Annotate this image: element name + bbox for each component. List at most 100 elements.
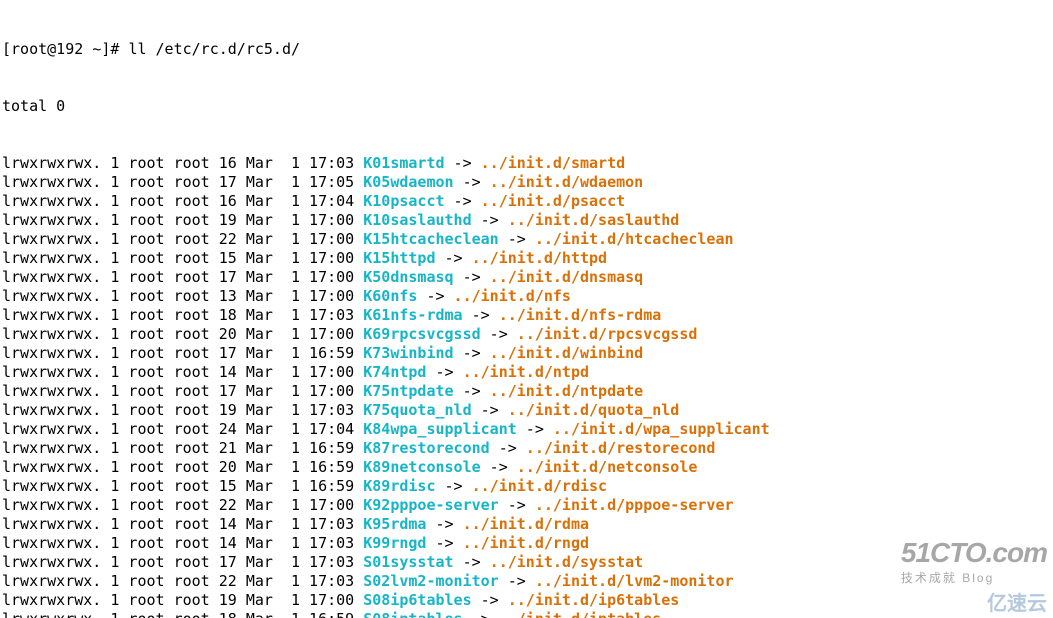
file-perms: lrwxrwxrwx. 1 root root 13 Mar 1 17:00 <box>2 287 363 305</box>
file-perms: lrwxrwxrwx. 1 root root 19 Mar 1 17:03 <box>2 401 363 419</box>
list-item: lrwxrwxrwx. 1 root root 17 Mar 1 16:59 K… <box>2 344 1051 363</box>
list-item: lrwxrwxrwx. 1 root root 13 Mar 1 17:00 K… <box>2 287 1051 306</box>
file-perms: lrwxrwxrwx. 1 root root 17 Mar 1 17:03 <box>2 553 363 571</box>
symlink-name: K74ntpd <box>363 363 426 381</box>
file-perms: lrwxrwxrwx. 1 root root 15 Mar 1 16:59 <box>2 477 363 495</box>
arrow-icon: -> <box>481 325 517 343</box>
symlink-target: ../init.d/dnsmasq <box>490 268 644 286</box>
symlink-target: ../init.d/htcacheclean <box>535 230 734 248</box>
file-perms: lrwxrwxrwx. 1 root root 14 Mar 1 17:00 <box>2 363 363 381</box>
shell-command: ll /etc/rc.d/rc5.d/ <box>128 40 300 58</box>
list-item: lrwxrwxrwx. 1 root root 14 Mar 1 17:03 K… <box>2 515 1051 534</box>
arrow-icon: -> <box>417 287 453 305</box>
arrow-icon: -> <box>435 477 471 495</box>
file-perms: lrwxrwxrwx. 1 root root 22 Mar 1 17:00 <box>2 496 363 514</box>
list-item: lrwxrwxrwx. 1 root root 14 Mar 1 17:03 K… <box>2 534 1051 553</box>
file-perms: lrwxrwxrwx. 1 root root 17 Mar 1 17:00 <box>2 382 363 400</box>
symlink-target: ../init.d/nfs <box>454 287 571 305</box>
arrow-icon: -> <box>490 439 526 457</box>
symlink-target: ../init.d/saslauthd <box>508 211 680 229</box>
symlink-name: K50dnsmasq <box>363 268 453 286</box>
symlink-name: K05wdaemon <box>363 173 453 191</box>
file-perms: lrwxrwxrwx. 1 root root 15 Mar 1 17:00 <box>2 249 363 267</box>
symlink-target: ../init.d/wpa_supplicant <box>553 420 770 438</box>
symlink-name: S01sysstat <box>363 553 453 571</box>
arrow-icon: -> <box>472 591 508 609</box>
symlink-name: S08iptables <box>363 610 462 618</box>
symlink-name: S02lvm2-monitor <box>363 572 498 590</box>
list-item: lrwxrwxrwx. 1 root root 16 Mar 1 17:04 K… <box>2 192 1051 211</box>
symlink-name: K69rpcsvcgssd <box>363 325 480 343</box>
arrow-icon: -> <box>499 572 535 590</box>
symlink-target: ../init.d/ip6tables <box>508 591 680 609</box>
arrow-icon: -> <box>499 230 535 248</box>
file-perms: lrwxrwxrwx. 1 root root 17 Mar 1 17:05 <box>2 173 363 191</box>
list-item: lrwxrwxrwx. 1 root root 17 Mar 1 17:00 K… <box>2 382 1051 401</box>
arrow-icon: -> <box>445 154 481 172</box>
arrow-icon: -> <box>499 496 535 514</box>
file-perms: lrwxrwxrwx. 1 root root 14 Mar 1 17:03 <box>2 515 363 533</box>
symlink-target: ../init.d/winbind <box>490 344 644 362</box>
arrow-icon: -> <box>454 553 490 571</box>
arrow-icon: -> <box>445 192 481 210</box>
file-perms: lrwxrwxrwx. 1 root root 22 Mar 1 17:00 <box>2 230 363 248</box>
arrow-icon: -> <box>481 458 517 476</box>
symlink-target: ../init.d/lvm2-monitor <box>535 572 734 590</box>
list-item: lrwxrwxrwx. 1 root root 22 Mar 1 17:00 K… <box>2 496 1051 515</box>
arrow-icon: -> <box>454 173 490 191</box>
file-perms: lrwxrwxrwx. 1 root root 17 Mar 1 17:00 <box>2 268 363 286</box>
symlink-name: K73winbind <box>363 344 453 362</box>
list-item: lrwxrwxrwx. 1 root root 16 Mar 1 17:03 K… <box>2 154 1051 173</box>
symlink-name: K10psacct <box>363 192 444 210</box>
symlink-target: ../init.d/rngd <box>463 534 589 552</box>
symlink-name: K89netconsole <box>363 458 480 476</box>
file-perms: lrwxrwxrwx. 1 root root 18 Mar 1 16:59 <box>2 610 363 618</box>
symlink-target: ../init.d/rdma <box>463 515 589 533</box>
symlink-name: S08ip6tables <box>363 591 471 609</box>
symlink-name: K87restorecond <box>363 439 489 457</box>
symlink-name: K84wpa_supplicant <box>363 420 517 438</box>
list-item: lrwxrwxrwx. 1 root root 24 Mar 1 17:04 K… <box>2 420 1051 439</box>
file-listing: lrwxrwxrwx. 1 root root 16 Mar 1 17:03 K… <box>2 154 1051 618</box>
symlink-target: ../init.d/psacct <box>481 192 626 210</box>
list-item: lrwxrwxrwx. 1 root root 19 Mar 1 17:03 K… <box>2 401 1051 420</box>
symlink-target: ../init.d/httpd <box>472 249 607 267</box>
symlink-target: ../init.d/pppoe-server <box>535 496 734 514</box>
symlink-name: K10saslauthd <box>363 211 471 229</box>
file-perms: lrwxrwxrwx. 1 root root 14 Mar 1 17:03 <box>2 534 363 552</box>
symlink-target: ../init.d/nfs-rdma <box>499 306 662 324</box>
symlink-name: K75quota_nld <box>363 401 471 419</box>
symlink-name: K01smartd <box>363 154 444 172</box>
arrow-icon: -> <box>472 401 508 419</box>
shell-prompt: [root@192 ~]# <box>2 40 128 58</box>
list-item: lrwxrwxrwx. 1 root root 17 Mar 1 17:05 K… <box>2 173 1051 192</box>
arrow-icon: -> <box>472 211 508 229</box>
list-item: lrwxrwxrwx. 1 root root 18 Mar 1 16:59 S… <box>2 610 1051 618</box>
list-item: lrwxrwxrwx. 1 root root 17 Mar 1 17:00 K… <box>2 268 1051 287</box>
symlink-name: K61nfs-rdma <box>363 306 462 324</box>
list-item: lrwxrwxrwx. 1 root root 19 Mar 1 17:00 K… <box>2 211 1051 230</box>
file-perms: lrwxrwxrwx. 1 root root 17 Mar 1 16:59 <box>2 344 363 362</box>
symlink-target: ../init.d/netconsole <box>517 458 698 476</box>
file-perms: lrwxrwxrwx. 1 root root 16 Mar 1 17:04 <box>2 192 363 210</box>
symlink-target: ../init.d/sysstat <box>490 553 644 571</box>
file-perms: lrwxrwxrwx. 1 root root 22 Mar 1 17:03 <box>2 572 363 590</box>
list-item: lrwxrwxrwx. 1 root root 20 Mar 1 17:00 K… <box>2 325 1051 344</box>
symlink-target: ../init.d/smartd <box>481 154 626 172</box>
file-perms: lrwxrwxrwx. 1 root root 20 Mar 1 16:59 <box>2 458 363 476</box>
list-item: lrwxrwxrwx. 1 root root 15 Mar 1 16:59 K… <box>2 477 1051 496</box>
list-item: lrwxrwxrwx. 1 root root 17 Mar 1 17:03 S… <box>2 553 1051 572</box>
symlink-name: K92pppoe-server <box>363 496 498 514</box>
symlink-target: ../init.d/rdisc <box>472 477 607 495</box>
list-item: lrwxrwxrwx. 1 root root 20 Mar 1 16:59 K… <box>2 458 1051 477</box>
terminal-output: [root@192 ~]# ll /etc/rc.d/rc5.d/ total … <box>0 0 1053 618</box>
arrow-icon: -> <box>435 249 471 267</box>
symlink-name: K95rdma <box>363 515 426 533</box>
list-item: lrwxrwxrwx. 1 root root 19 Mar 1 17:00 S… <box>2 591 1051 610</box>
file-perms: lrwxrwxrwx. 1 root root 16 Mar 1 17:03 <box>2 154 363 172</box>
symlink-target: ../init.d/quota_nld <box>508 401 680 419</box>
symlink-name: K89rdisc <box>363 477 435 495</box>
list-item: lrwxrwxrwx. 1 root root 18 Mar 1 17:03 K… <box>2 306 1051 325</box>
symlink-name: K75ntpdate <box>363 382 453 400</box>
symlink-target: ../init.d/rpcsvcgssd <box>517 325 698 343</box>
